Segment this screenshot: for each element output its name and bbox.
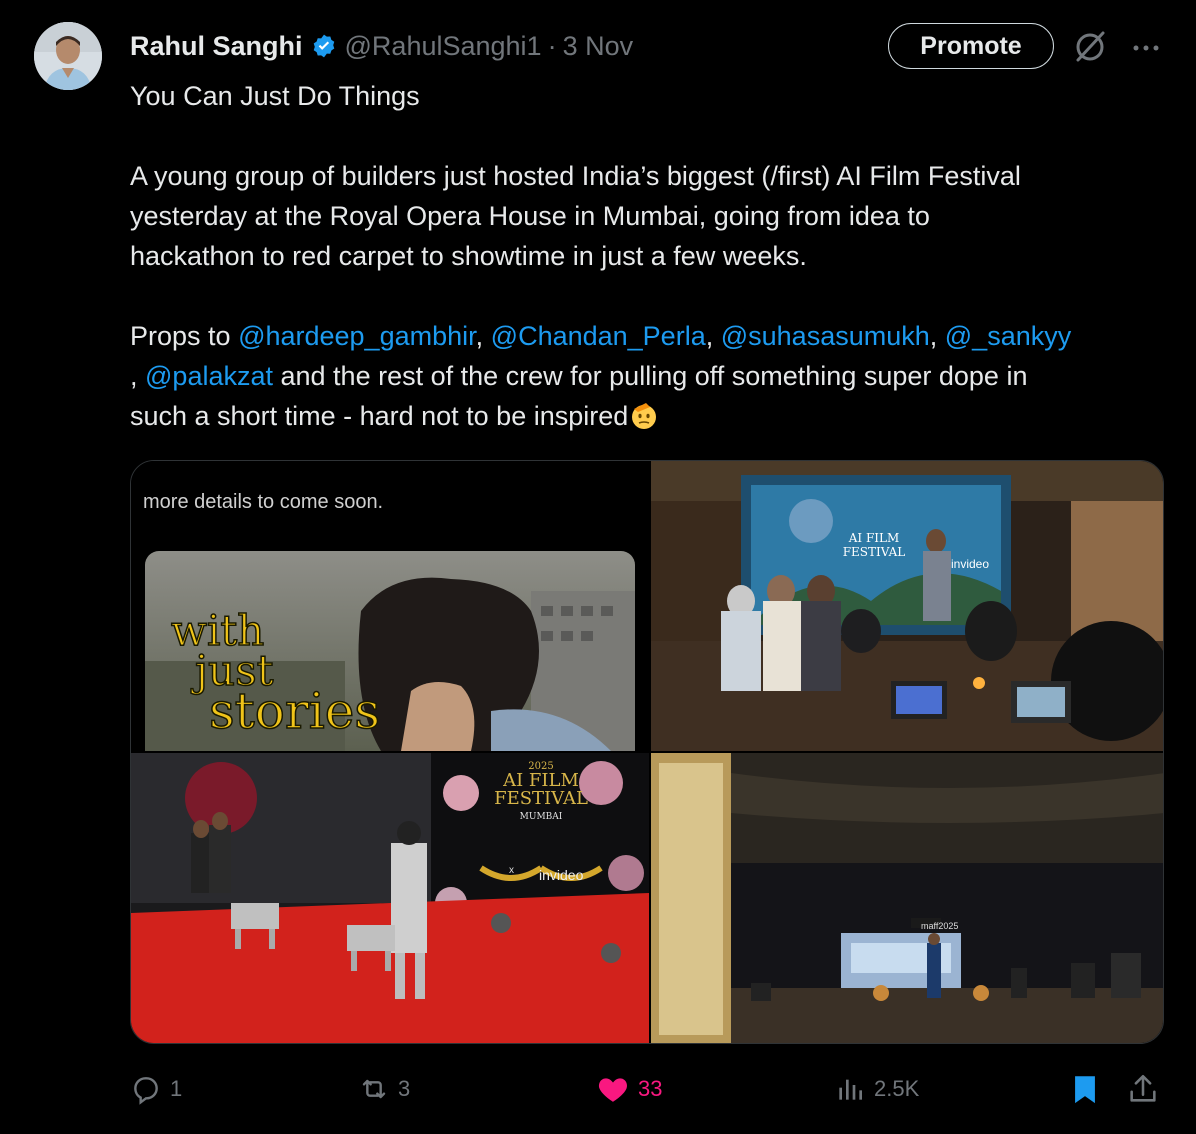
reply-icon: [134, 1077, 158, 1105]
comma: ,: [475, 321, 491, 351]
mention-link[interactable]: @Chandan_Perla: [491, 321, 706, 351]
hackathon-room-graphic: [651, 461, 1163, 751]
props-line-1: Props to @hardeep_gambhir, @Chandan_Perl…: [130, 316, 1180, 356]
promote-button[interactable]: Promote: [888, 23, 1054, 69]
mention-link[interactable]: @hardeep_gambhir: [238, 321, 476, 351]
sign-city: MUMBAI: [519, 812, 563, 822]
comma: ,: [705, 321, 721, 351]
props-text: such a short time - hard not to be inspi…: [130, 401, 629, 431]
views-button[interactable]: 2.5K: [834, 1066, 919, 1112]
opera-house-stage-graphic: [651, 753, 1163, 1043]
media-image-2[interactable]: AI FILM FESTIVAL invideo: [651, 461, 1163, 751]
media-grid[interactable]: more details to come soon. with just sto…: [130, 460, 1164, 1044]
views-icon: [839, 1079, 862, 1100]
repost-icon: [362, 1079, 386, 1099]
overlay-word: stories: [208, 682, 381, 740]
props-line-3: such a short time - hard not to be inspi…: [130, 396, 1180, 436]
bookmark-icon: [1075, 1076, 1095, 1104]
avatar[interactable]: [34, 22, 102, 90]
heart-icon: [598, 1078, 628, 1102]
mention-link[interactable]: @suhasasumukh: [721, 321, 930, 351]
like-button[interactable]: 33: [596, 1066, 662, 1112]
tweet-line: hackathon to red carpet to showtime in j…: [130, 241, 807, 271]
mention-link[interactable]: @_sankyy: [945, 321, 1071, 351]
saluting-face-emoji-icon: [628, 399, 660, 431]
sign-title: FESTIVAL: [494, 788, 588, 809]
comma: ,: [130, 361, 146, 391]
screen-text: maff2025: [921, 921, 959, 931]
share-icon: [1130, 1074, 1156, 1102]
separator-dot: ·: [547, 30, 557, 61]
props-line-2: , @palakzat and the rest of the crew for…: [130, 356, 1180, 396]
screen-text: AI FILM FESTIVAL: [842, 531, 906, 559]
reply-button[interactable]: 1: [130, 1066, 182, 1112]
views-count: 2.5K: [874, 1076, 920, 1101]
mention-link[interactable]: @palakzat: [145, 361, 273, 391]
verified-badge-icon: [311, 33, 337, 59]
sign-brand: invideo: [539, 867, 584, 883]
media-image-1[interactable]: more details to come soon. with just sto…: [131, 461, 649, 751]
tweet-date[interactable]: 3 Nov: [563, 31, 634, 62]
brand-text: invideo: [951, 557, 990, 571]
tweet-title: You Can Just Do Things: [130, 81, 420, 111]
repost-button[interactable]: 3: [358, 1066, 410, 1112]
tweet-line: yesterday at the Royal Opera House in Mu…: [130, 201, 930, 231]
tweet-text: You Can Just Do Things A young group of …: [130, 76, 1180, 436]
overlay-word: with: [170, 606, 265, 655]
comma: ,: [929, 321, 945, 351]
author-name[interactable]: Rahul Sanghi: [130, 31, 303, 62]
repost-count: 3: [398, 1076, 411, 1101]
action-bar: 1 3 33 2.5K: [130, 1066, 1170, 1112]
like-count: 33: [638, 1076, 663, 1101]
tweet-line: A young group of builders just hosted In…: [130, 161, 1021, 191]
bookmark-button[interactable]: [1068, 1066, 1110, 1112]
share-button[interactable]: [1126, 1066, 1168, 1112]
tweet-card: Rahul Sanghi @RahulSanghi1 · 3 Nov Promo…: [0, 0, 1196, 1134]
author-handle[interactable]: @RahulSanghi1: [345, 31, 542, 62]
props-prefix: Props to: [130, 321, 239, 351]
avatar-photo: [34, 22, 102, 90]
sign-x: x: [509, 865, 514, 876]
props-text: and the rest of the crew for pulling off…: [273, 361, 1028, 391]
reply-count: 1: [170, 1076, 183, 1101]
media-image-3[interactable]: 2025 AI FILM FESTIVAL MUMBAI x invideo: [131, 753, 649, 1043]
media-image-4[interactable]: maff2025: [651, 753, 1163, 1043]
grok-icon[interactable]: [1070, 27, 1110, 67]
tweet-header: Rahul Sanghi @RahulSanghi1 · 3 Nov: [130, 26, 633, 66]
more-options-icon[interactable]: [1128, 30, 1164, 66]
